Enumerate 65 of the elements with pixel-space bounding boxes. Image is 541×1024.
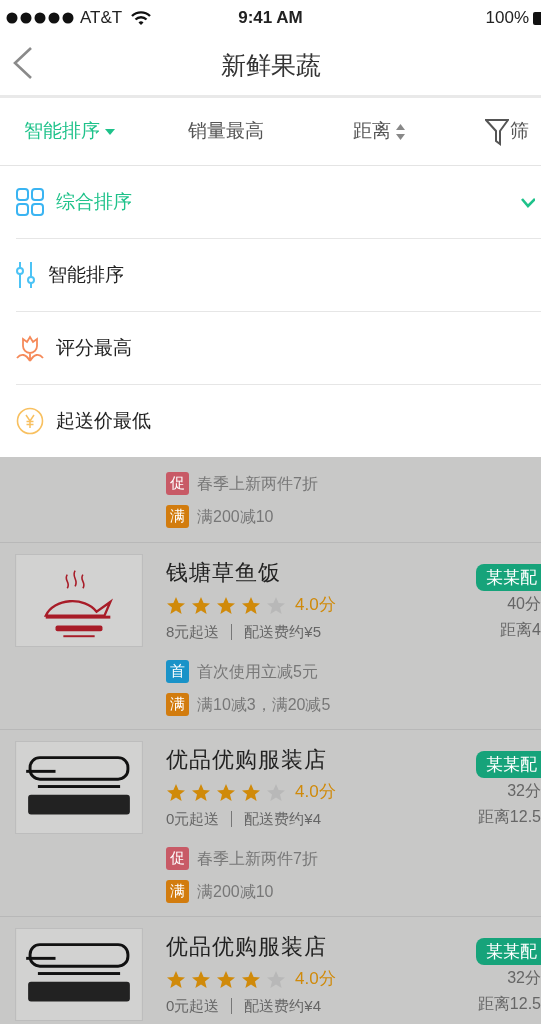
- promo-tag: 首: [166, 660, 189, 683]
- filter-icon: [485, 117, 509, 146]
- promo-tag: 满: [166, 505, 189, 528]
- grid-icon: [16, 188, 44, 216]
- star-icon: [166, 595, 186, 615]
- promo-text: 春季上新两件7折: [197, 473, 318, 494]
- rating-score: 4.0分: [295, 781, 336, 804]
- distance: 距离4: [500, 620, 541, 640]
- promo-tag: 满: [166, 693, 189, 716]
- back-button[interactable]: [12, 46, 34, 80]
- promo-tag: 促: [166, 472, 189, 495]
- promo-tag: 促: [166, 847, 189, 870]
- star-icon: [216, 595, 236, 615]
- delivery-tag: 某某配: [476, 751, 541, 778]
- delivery-time: 32分: [507, 781, 541, 801]
- delivery-fee: 配送费约¥4: [244, 996, 322, 1016]
- star-icon: [216, 782, 236, 802]
- delivery-time: 32分: [507, 968, 541, 988]
- store-name: 优品优购服装店: [166, 933, 328, 961]
- battery-icon: [532, 10, 541, 26]
- sort-icon: [396, 123, 405, 140]
- promo-text: 满200减10: [197, 506, 274, 527]
- caret-icon: [105, 128, 115, 135]
- filter-tab[interactable]: 距离: [353, 117, 485, 146]
- star-icon: [191, 969, 211, 989]
- check-icon: [521, 196, 535, 208]
- status-time: 9:41 AM: [238, 7, 303, 30]
- min-order: 0元起送: [166, 809, 220, 829]
- carrier-name: AT&T: [80, 7, 123, 30]
- filter-tab[interactable]: 筛: [485, 117, 529, 146]
- min-order: 8元起送: [166, 622, 220, 642]
- delivery-fee: 配送费约¥4: [244, 809, 322, 829]
- delivery-fee: 配送费约¥5: [244, 622, 322, 642]
- signal-icon: [6, 12, 76, 24]
- flower-icon: [16, 334, 44, 362]
- distance: 距离12.5: [477, 994, 541, 1014]
- promo-tag: 满: [166, 880, 189, 903]
- back-icon: [12, 46, 34, 80]
- delivery-tag: 某某配: [476, 938, 541, 965]
- star-icon: [166, 969, 186, 989]
- store-name: 优品优购服装店: [166, 746, 328, 774]
- star-icon: [166, 782, 186, 802]
- battery-level: 100%: [485, 7, 529, 30]
- star-icon: [241, 595, 261, 615]
- yen-icon: [16, 407, 44, 435]
- delivery-time: 40分: [507, 594, 541, 614]
- wifi-icon: [130, 10, 153, 26]
- promo-text: 首次使用立减5元: [197, 661, 318, 682]
- sliders-icon: [16, 261, 36, 289]
- promo-text: 满200减10: [197, 881, 274, 902]
- delivery-tag: 某某配: [476, 564, 541, 591]
- distance: 距离12.5: [477, 807, 541, 827]
- star-icon: [241, 969, 261, 989]
- store-name: 钱塘草鱼饭: [166, 559, 282, 587]
- filter-tab[interactable]: 销量最高: [188, 117, 353, 146]
- star-icon: [216, 969, 236, 989]
- promo-text: 满10减3，满20减5: [197, 694, 331, 715]
- star-icon: [241, 782, 261, 802]
- promo-text: 春季上新两件7折: [197, 848, 318, 869]
- rating-score: 4.0分: [295, 594, 336, 617]
- min-order: 0元起送: [166, 996, 220, 1016]
- star-icon: [191, 595, 211, 615]
- page-title: 新鲜果蔬: [220, 49, 321, 81]
- rating-score: 4.0分: [295, 968, 336, 991]
- star-icon: [191, 782, 211, 802]
